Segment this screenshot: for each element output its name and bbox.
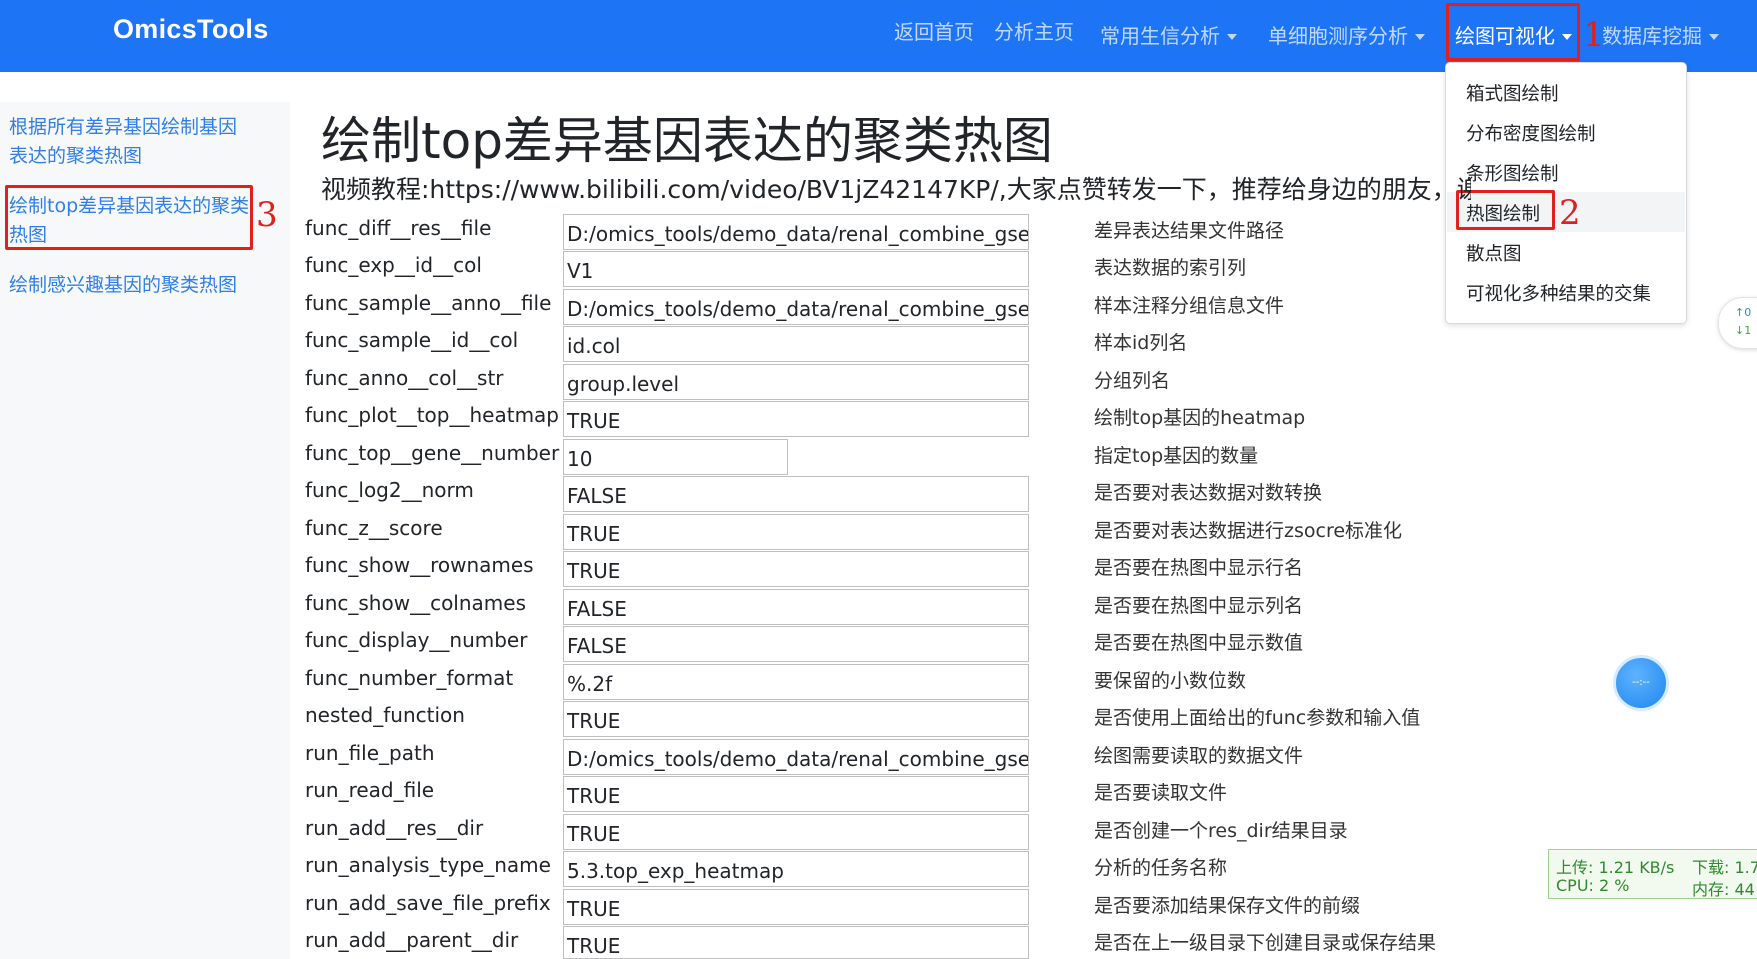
param-input[interactable]: D:/omics_tools/demo_data/renal_combine_g… xyxy=(563,739,1029,775)
param-description: 绘制top基因的heatmap xyxy=(1094,407,1306,429)
param-name: func_log2__norm xyxy=(305,478,474,502)
param-description: 样本注释分组信息文件 xyxy=(1094,295,1285,317)
param-input[interactable]: FALSE xyxy=(563,626,1029,662)
param-input[interactable]: TRUE xyxy=(563,401,1029,437)
nav-single-cell-dropdown[interactable]: 单细胞测序分析 xyxy=(1268,20,1425,49)
param-description: 样本id列名 xyxy=(1094,332,1188,354)
scroll-up-count[interactable]: ↑0 xyxy=(1735,306,1751,319)
memory-usage: 内存: 44 xyxy=(1692,880,1755,899)
param-input[interactable]: group.level xyxy=(563,364,1029,400)
nav-analysis-home[interactable]: 分析主页 xyxy=(994,16,1074,45)
param-input[interactable]: TRUE xyxy=(563,551,1029,587)
param-input[interactable]: FALSE xyxy=(563,476,1029,512)
nav-database-mining-dropdown[interactable]: 数据库挖掘 xyxy=(1602,20,1719,49)
param-description: 分组列名 xyxy=(1094,370,1171,392)
param-name: func_show__colnames xyxy=(305,591,527,615)
param-input[interactable]: 5.3.top_exp_heatmap xyxy=(563,851,1029,887)
network-monitor: 上传: 1.21 KB/s 下载: 1.7 CPU: 2 % 内存: 44 xyxy=(1548,849,1757,899)
dropdown-item-barplot[interactable]: 条形图绘制 xyxy=(1466,160,1559,186)
param-name: run_read_file xyxy=(305,778,435,802)
dropdown-item-intersection[interactable]: 可视化多种结果的交集 xyxy=(1466,280,1651,306)
param-description: 是否创建一个res_dir结果目录 xyxy=(1094,820,1348,842)
param-description: 是否要对表达数据进行zsocre标准化 xyxy=(1094,520,1403,542)
param-description: 是否要读取文件 xyxy=(1094,782,1228,804)
sidebar-item-interest-gene-heatmap[interactable]: 绘制感兴趣基因的聚类热图 xyxy=(9,271,254,300)
floating-assistant-button[interactable]: --:-- xyxy=(1613,655,1669,711)
param-name: func_diff__res__file xyxy=(305,216,492,240)
dropdown-item-density[interactable]: 分布密度图绘制 xyxy=(1466,120,1596,146)
param-description: 指定top基因的数量 xyxy=(1094,445,1259,467)
param-name: run_add__res__dir xyxy=(305,816,484,840)
param-description: 是否要在热图中显示数值 xyxy=(1094,632,1304,654)
param-description: 是否要在热图中显示行名 xyxy=(1094,557,1304,579)
scroll-widget[interactable]: ↑0 ↓1 xyxy=(1718,297,1757,349)
annotation-number-3: 3 xyxy=(256,195,278,235)
param-input[interactable]: TRUE xyxy=(563,926,1029,959)
annotation-number-1: 1 xyxy=(1583,15,1605,55)
param-name: func_sample__anno__file xyxy=(305,291,552,315)
param-description: 分析的任务名称 xyxy=(1094,857,1228,879)
param-input[interactable]: D:/omics_tools/demo_data/renal_combine_g… xyxy=(563,289,1029,325)
page-title: 绘制top差异基因表达的聚类热图 xyxy=(321,112,1053,170)
annotation-number-2: 2 xyxy=(1559,193,1581,233)
param-input[interactable]: TRUE xyxy=(563,776,1029,812)
nav-common-bioinfo-dropdown[interactable]: 常用生信分析 xyxy=(1100,20,1237,49)
param-name: nested_function xyxy=(305,703,465,727)
param-input[interactable]: %.2f xyxy=(563,664,1029,700)
param-name: func_sample__id__col xyxy=(305,328,519,352)
dropdown-item-scatter[interactable]: 散点图 xyxy=(1466,240,1522,266)
param-name: run_analysis_type_name xyxy=(305,853,551,877)
cpu-usage: CPU: 2 % xyxy=(1556,876,1630,895)
param-name: func_exp__id__col xyxy=(305,253,482,277)
param-description: 是否要添加结果保存文件的前缀 xyxy=(1094,895,1361,917)
param-name: func_number_format xyxy=(305,666,514,690)
param-description: 表达数据的索引列 xyxy=(1094,257,1247,279)
param-input[interactable]: V1 xyxy=(563,251,1029,287)
param-input[interactable]: 10 xyxy=(563,439,788,475)
param-description: 是否要对表达数据对数转换 xyxy=(1094,482,1323,504)
dropdown-item-boxplot[interactable]: 箱式图绘制 xyxy=(1466,80,1559,106)
annotation-box-1 xyxy=(1446,3,1580,61)
param-name: func_plot__top__heatmap xyxy=(305,403,560,427)
nav-home[interactable]: 返回首页 xyxy=(894,16,974,45)
param-description: 是否要在热图中显示列名 xyxy=(1094,595,1304,617)
param-description: 是否使用上面给出的func参数和输入值 xyxy=(1094,707,1421,729)
param-input[interactable]: TRUE xyxy=(563,701,1029,737)
param-name: func_top__gene__number xyxy=(305,441,560,465)
video-tutorial-link[interactable]: 视频教程:https://www.bilibili.com/video/BV1j… xyxy=(321,170,1471,206)
brand-logo[interactable]: OmicsTools xyxy=(113,14,269,45)
upload-speed: 上传: 1.21 KB/s xyxy=(1556,858,1675,877)
param-name: func_anno__col__str xyxy=(305,366,504,390)
param-input[interactable]: TRUE xyxy=(563,514,1029,550)
param-description: 绘图需要读取的数据文件 xyxy=(1094,745,1304,767)
annotation-box-3 xyxy=(5,185,253,250)
param-input[interactable]: TRUE xyxy=(563,889,1029,925)
param-input[interactable]: D:/omics_tools/demo_data/renal_combine_g… xyxy=(563,214,1029,250)
sidebar-item-all-diff-heatmap[interactable]: 根据所有差异基因绘制基因表达的聚类热图 xyxy=(9,113,254,171)
param-name: func_z__score xyxy=(305,516,443,540)
param-name: run_file_path xyxy=(305,741,435,765)
param-input[interactable]: id.col xyxy=(563,326,1029,362)
param-input[interactable]: FALSE xyxy=(563,589,1029,625)
param-description: 要保留的小数位数 xyxy=(1094,670,1247,692)
param-name: run_add_save_file_prefix xyxy=(305,891,551,915)
param-description: 是否在上一级目录下创建目录或保存结果 xyxy=(1094,932,1437,954)
param-name: run_add__parent__dir xyxy=(305,928,519,952)
param-input[interactable]: TRUE xyxy=(563,814,1029,850)
scroll-down-count[interactable]: ↓1 xyxy=(1735,324,1751,337)
param-description: 差异表达结果文件路径 xyxy=(1094,220,1285,242)
download-speed: 下载: 1.7 xyxy=(1692,858,1757,877)
param-name: func_display__number xyxy=(305,628,528,652)
param-name: func_show__rownames xyxy=(305,553,534,577)
